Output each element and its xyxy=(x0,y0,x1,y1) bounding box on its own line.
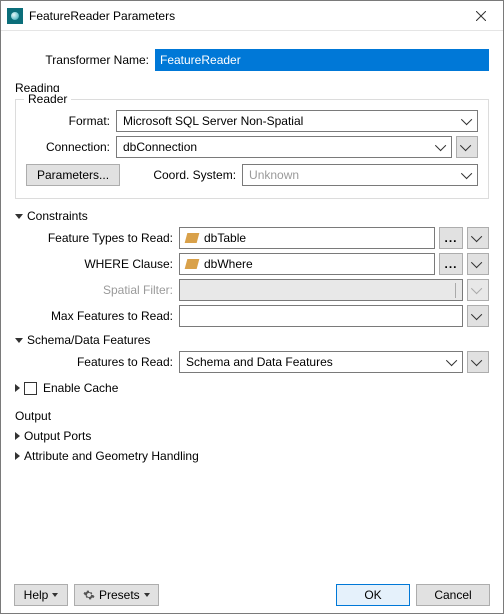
where-clause-browse-button[interactable]: ... xyxy=(439,253,463,275)
spatial-filter-label: Spatial Filter: xyxy=(29,283,179,297)
feature-types-browse-button[interactable]: ... xyxy=(439,227,463,249)
coord-system-select[interactable]: Unknown xyxy=(242,164,478,186)
chevron-down-icon xyxy=(52,593,58,597)
transformer-name-label: Transformer Name: xyxy=(15,53,155,67)
where-clause-value: dbWhere xyxy=(204,257,253,271)
presets-label: Presets xyxy=(99,588,140,602)
chevron-right-icon xyxy=(15,384,20,392)
where-clause-label: WHERE Clause: xyxy=(29,257,179,271)
connection-label: Connection: xyxy=(26,140,116,154)
chevron-down-icon xyxy=(144,593,150,597)
titlebar: FeatureReader Parameters xyxy=(1,1,503,31)
output-ports-label: Output Ports xyxy=(24,429,91,443)
chevron-down-icon xyxy=(15,338,23,343)
coord-system-label: Coord. System: xyxy=(132,168,242,182)
spatial-filter-menu-button xyxy=(467,279,489,301)
chevron-down-icon xyxy=(444,352,462,372)
chevron-down-icon xyxy=(459,111,477,131)
presets-button[interactable]: Presets xyxy=(74,584,159,606)
parameters-button[interactable]: Parameters... xyxy=(26,164,120,186)
dialog-footer: Help Presets OK Cancel xyxy=(14,584,490,606)
connection-menu-button[interactable] xyxy=(456,136,478,158)
feature-types-menu-button[interactable] xyxy=(467,227,489,249)
features-to-read-select[interactable]: Schema and Data Features xyxy=(179,351,463,373)
help-button[interactable]: Help xyxy=(14,584,68,606)
max-features-input[interactable] xyxy=(179,305,463,327)
format-label: Format: xyxy=(26,114,116,128)
constraints-header[interactable]: Constraints xyxy=(15,209,489,223)
max-features-menu-button[interactable] xyxy=(467,305,489,327)
ok-button[interactable]: OK xyxy=(336,584,410,606)
features-to-read-value: Schema and Data Features xyxy=(186,355,333,369)
output-ports-header[interactable]: Output Ports xyxy=(15,429,489,443)
connection-select[interactable]: dbConnection xyxy=(116,136,452,158)
enable-cache-header[interactable]: Enable Cache xyxy=(15,381,489,395)
constraints-title: Constraints xyxy=(27,209,88,223)
cancel-button[interactable]: Cancel xyxy=(416,584,490,606)
parameter-icon xyxy=(185,233,200,243)
coord-system-value: Unknown xyxy=(249,168,299,182)
help-label: Help xyxy=(24,588,49,602)
gear-icon xyxy=(83,589,95,601)
reading-title: Reading xyxy=(15,81,489,95)
parameter-icon xyxy=(185,259,200,269)
format-select[interactable]: Microsoft SQL Server Non-Spatial xyxy=(116,110,478,132)
max-features-label: Max Features to Read: xyxy=(29,309,179,323)
attr-geom-label: Attribute and Geometry Handling xyxy=(24,449,199,463)
features-to-read-menu-button[interactable] xyxy=(467,351,489,373)
chevron-right-icon xyxy=(15,432,20,440)
spatial-filter-select xyxy=(179,279,463,301)
reader-legend: Reader xyxy=(24,92,71,106)
feature-types-input[interactable]: dbTable xyxy=(179,227,435,249)
dialog-content: Transformer Name: Reading Reader Format:… xyxy=(1,31,503,473)
close-button[interactable] xyxy=(458,2,503,30)
format-value: Microsoft SQL Server Non-Spatial xyxy=(123,114,303,128)
chevron-right-icon xyxy=(15,452,20,460)
chevron-down-icon xyxy=(459,165,477,185)
output-title: Output xyxy=(15,409,489,423)
features-to-read-label: Features to Read: xyxy=(29,355,179,369)
chevron-down-icon xyxy=(433,137,451,157)
enable-cache-checkbox[interactable] xyxy=(24,382,37,395)
window-title: FeatureReader Parameters xyxy=(29,9,458,23)
attr-geom-header[interactable]: Attribute and Geometry Handling xyxy=(15,449,489,463)
chevron-down-icon xyxy=(455,283,456,297)
where-clause-menu-button[interactable] xyxy=(467,253,489,275)
where-clause-input[interactable]: dbWhere xyxy=(179,253,435,275)
feature-types-value: dbTable xyxy=(204,231,246,245)
app-icon xyxy=(7,8,23,24)
transformer-name-input[interactable] xyxy=(155,49,489,71)
schema-data-title: Schema/Data Features xyxy=(27,333,150,347)
connection-value: dbConnection xyxy=(123,140,197,154)
schema-data-header[interactable]: Schema/Data Features xyxy=(15,333,489,347)
chevron-down-icon xyxy=(15,214,23,219)
reader-fieldset: Reader Format: Microsoft SQL Server Non-… xyxy=(15,99,489,199)
feature-types-label: Feature Types to Read: xyxy=(29,231,179,245)
enable-cache-label: Enable Cache xyxy=(43,381,118,395)
